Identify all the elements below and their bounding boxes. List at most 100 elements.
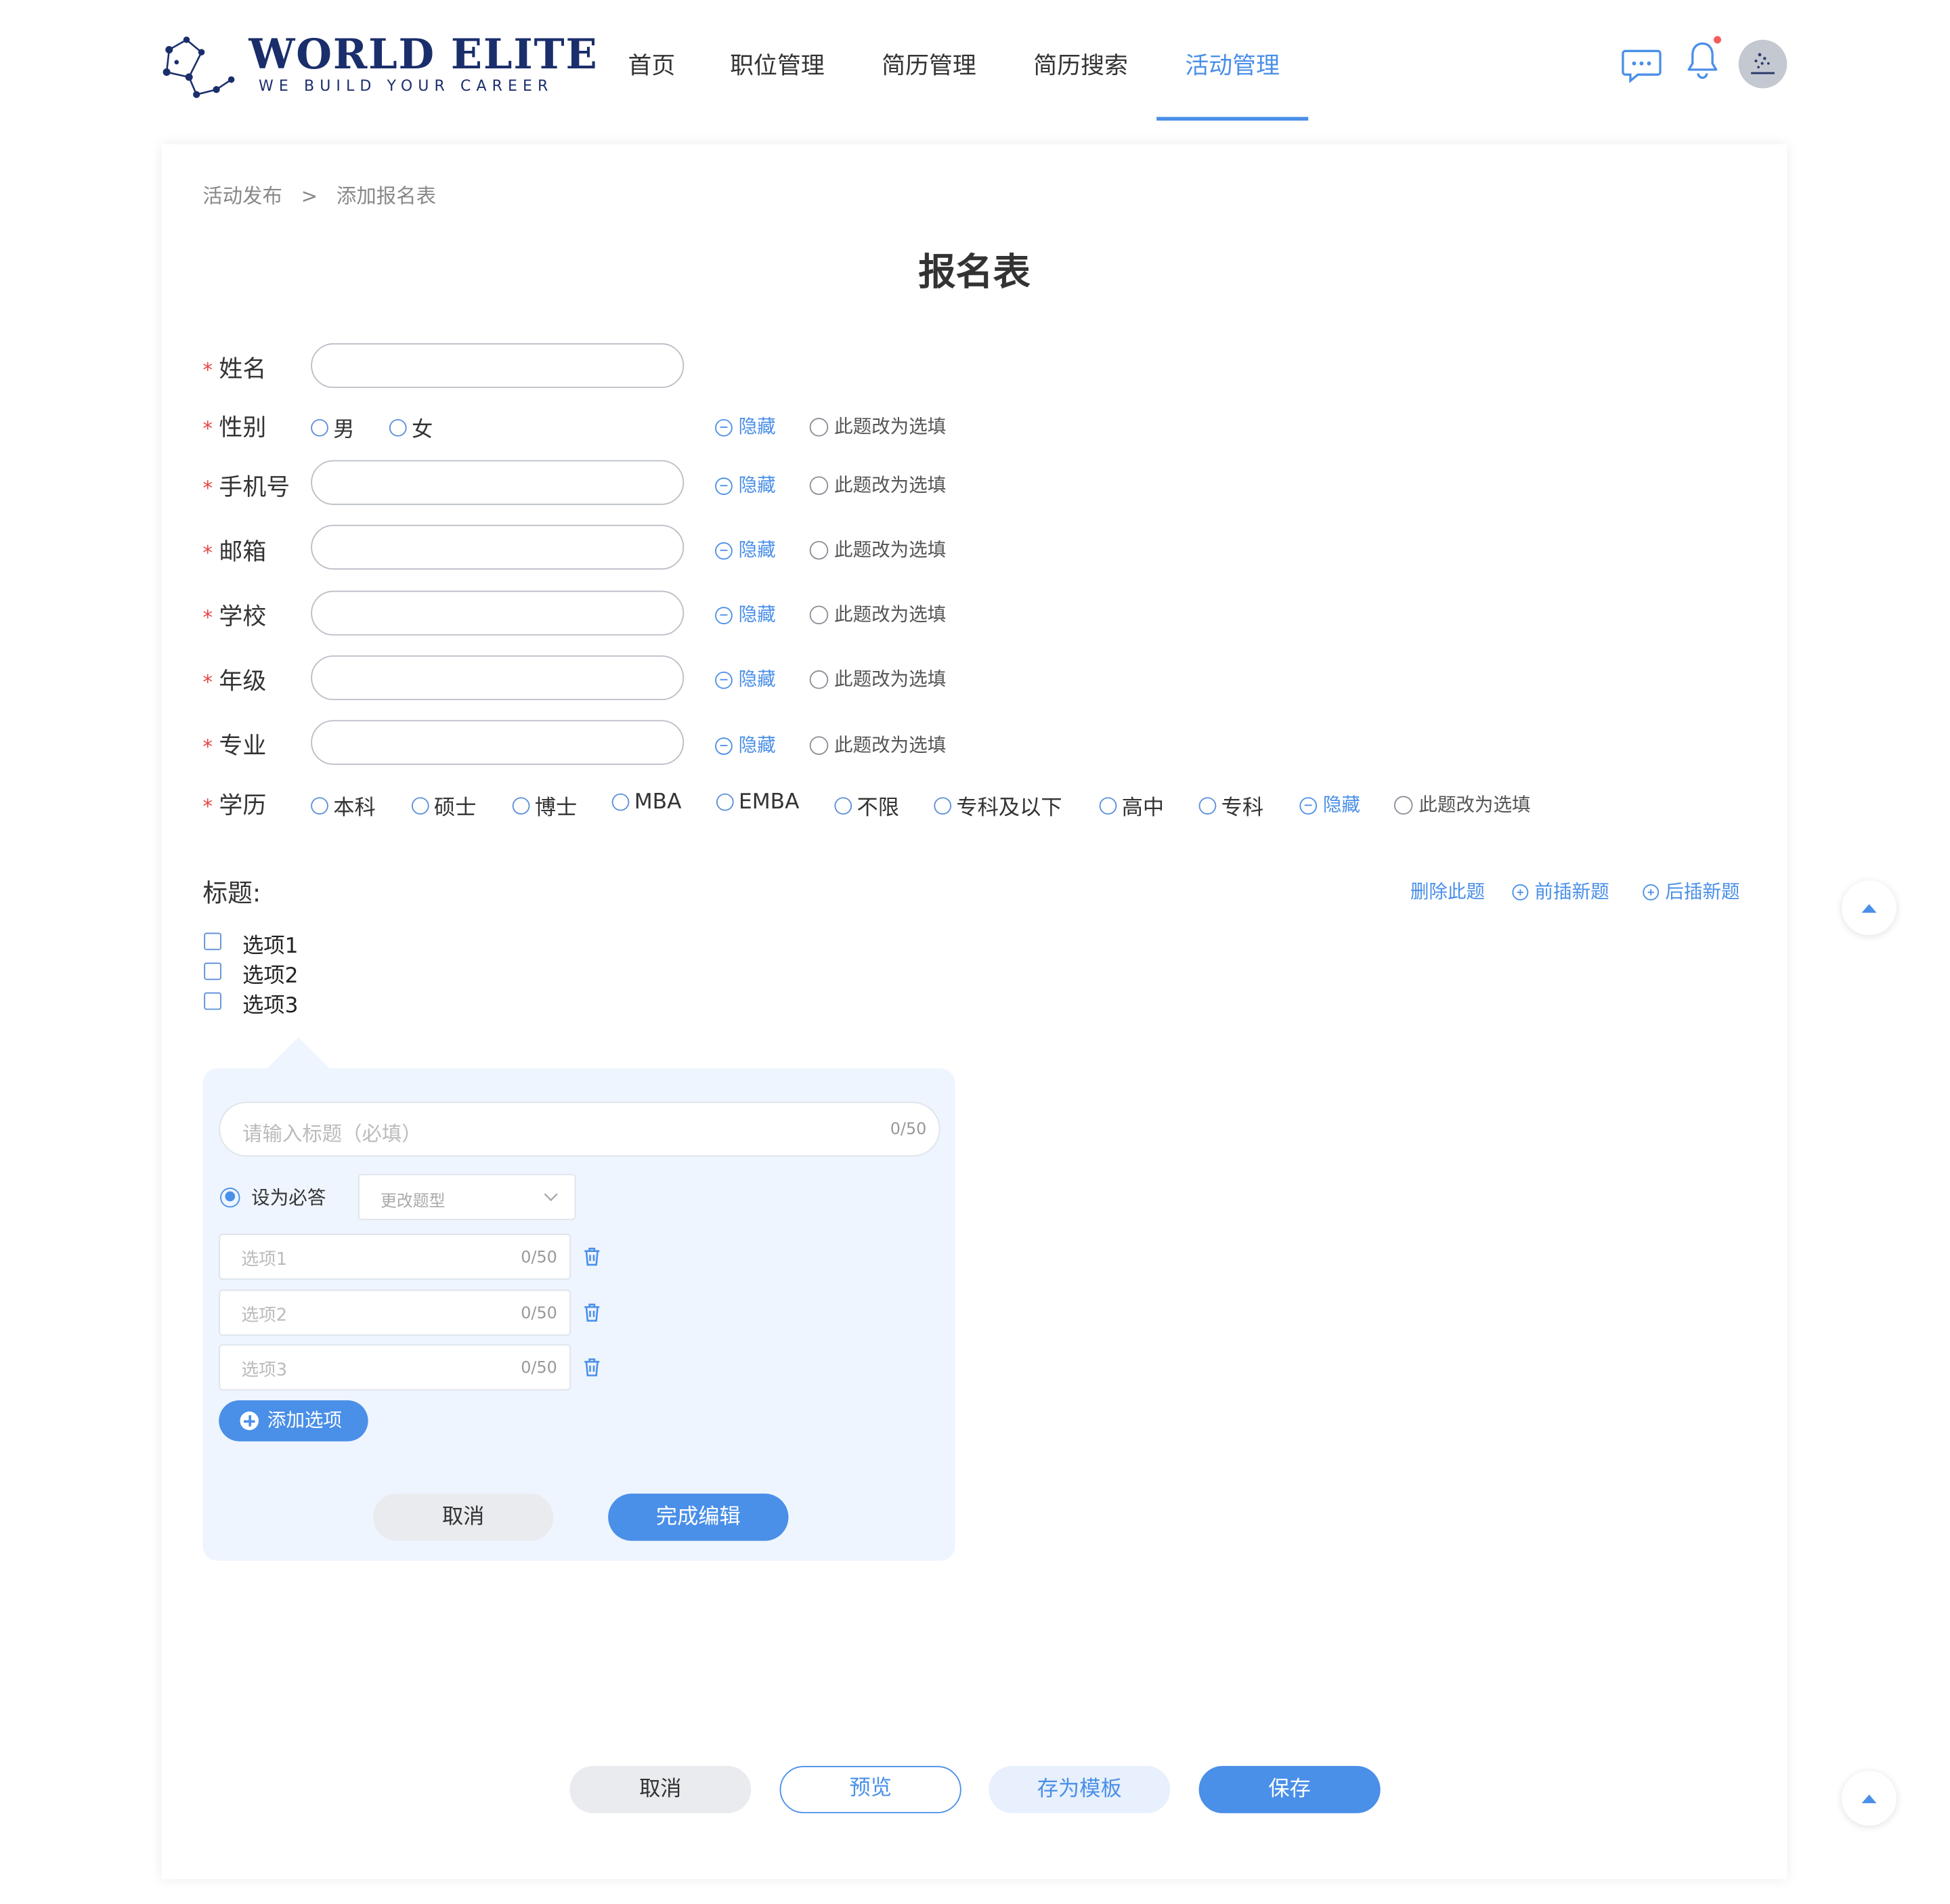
email-optional-toggle[interactable]: 此题改为选填 <box>809 536 946 563</box>
radio-circle[interactable] <box>1198 796 1217 815</box>
save-as-template-button[interactable]: 存为模板 <box>989 1766 1171 1813</box>
nav-job-management[interactable]: 职位管理 <box>730 47 825 81</box>
bell-icon[interactable] <box>1685 40 1720 80</box>
radio-checked[interactable] <box>220 1187 240 1207</box>
radio-circle[interactable] <box>809 605 829 625</box>
trash-icon[interactable] <box>582 1246 602 1267</box>
save-button[interactable]: 保存 <box>1198 1766 1381 1813</box>
optional-label: 此题改为选填 <box>834 603 947 626</box>
school-hide-button[interactable]: 隐藏 <box>715 601 776 627</box>
field-label: 性别 <box>219 414 267 442</box>
gender-optional-toggle[interactable]: 此题改为选填 <box>809 413 947 439</box>
email-hide-button[interactable]: 隐藏 <box>715 536 776 563</box>
gender-hide-button[interactable]: 隐藏 <box>715 413 776 439</box>
education-hide-button[interactable]: 隐藏 <box>1299 791 1360 817</box>
radio-circle[interactable] <box>834 796 852 815</box>
education-option-high-school[interactable]: 高中 <box>1099 789 1164 821</box>
field-label: 学历 <box>219 792 267 820</box>
phone-optional-toggle[interactable]: 此题改为选填 <box>809 471 946 498</box>
grade-input[interactable] <box>311 655 685 701</box>
option-checkbox-3[interactable] <box>204 992 221 1010</box>
option-input-3[interactable]: 选项3 0/50 <box>219 1344 571 1391</box>
radio-circle[interactable] <box>934 796 952 815</box>
education-option-college[interactable]: 专科 <box>1198 789 1264 821</box>
education-option-emba[interactable]: EMBA <box>716 789 799 815</box>
phone-hide-button[interactable]: 隐藏 <box>715 471 776 498</box>
option-checkbox-1[interactable] <box>204 932 221 951</box>
preview-button[interactable]: 预览 <box>779 1766 961 1813</box>
option-input-2[interactable]: 选项2 0/50 <box>219 1289 571 1336</box>
editor-pointer <box>266 1037 331 1070</box>
chat-icon[interactable] <box>1620 47 1662 85</box>
nav-resume-search[interactable]: 简历搜索 <box>1033 47 1128 81</box>
education-option-bachelor[interactable]: 本科 <box>311 789 376 821</box>
radio-circle[interactable] <box>809 670 829 689</box>
breadcrumb-activity-publish[interactable]: 活动发布 <box>202 184 282 208</box>
grade-hide-button[interactable]: 隐藏 <box>715 666 776 692</box>
education-option-master[interactable]: 硕士 <box>411 789 476 821</box>
education-option-unlimited[interactable]: 不限 <box>834 789 899 821</box>
school-optional-toggle[interactable]: 此题改为选填 <box>809 601 947 627</box>
finish-editing-button[interactable]: 完成编辑 <box>608 1493 789 1541</box>
radio-circle[interactable] <box>311 418 328 436</box>
phone-input[interactable] <box>311 460 685 505</box>
hide-label: 隐藏 <box>738 473 776 496</box>
education-option-mba[interactable]: MBA <box>611 789 682 815</box>
radio-circle[interactable] <box>1393 796 1413 815</box>
radio-circle[interactable] <box>1099 796 1117 815</box>
gender-option-female[interactable]: 女 <box>389 412 433 443</box>
education-optional-toggle[interactable]: 此题改为选填 <box>1393 791 1531 817</box>
radio-circle[interactable] <box>512 796 530 815</box>
option-label: 专科 <box>1221 796 1264 821</box>
major-input[interactable] <box>311 720 685 765</box>
caret-up-icon <box>1861 1794 1877 1804</box>
title-input[interactable]: 请输入标题（必填） 0/50 <box>219 1102 940 1157</box>
optional-label: 此题改为选填 <box>834 415 947 438</box>
grade-optional-toggle[interactable]: 此题改为选填 <box>809 666 946 692</box>
back-to-top-button[interactable] <box>1842 1771 1897 1826</box>
radio-circle[interactable] <box>809 736 829 755</box>
field-name-label: * 姓名 <box>202 351 266 385</box>
trash-icon[interactable] <box>582 1302 602 1323</box>
gender-option-male[interactable]: 男 <box>311 412 354 443</box>
radio-circle[interactable] <box>716 793 734 811</box>
option-input-1[interactable]: 选项1 0/50 <box>219 1234 571 1280</box>
field-label: 姓名 <box>219 355 267 383</box>
option-checkbox-2[interactable] <box>204 962 221 980</box>
breadcrumb-separator: > <box>301 183 318 208</box>
nav-active-underline <box>1156 116 1309 121</box>
editor-cancel-button[interactable]: 取消 <box>373 1493 554 1541</box>
radio-circle[interactable] <box>389 418 407 436</box>
nav-home[interactable]: 首页 <box>628 47 676 81</box>
nav-activity-management[interactable]: 活动管理 <box>1185 47 1280 81</box>
radio-circle[interactable] <box>311 796 328 815</box>
school-input[interactable] <box>311 590 685 636</box>
insert-after-button[interactable]: 后插新题 <box>1643 878 1740 905</box>
education-option-phd[interactable]: 博士 <box>512 789 577 821</box>
question-editor-panel: 请输入标题（必填） 0/50 设为必答 更改题型 选项1 0/50 选项2 0/… <box>202 1068 955 1561</box>
name-input[interactable] <box>311 343 685 389</box>
option-label: MBA <box>634 789 682 815</box>
radio-circle[interactable] <box>809 476 829 496</box>
email-input[interactable] <box>311 525 685 570</box>
radio-circle[interactable] <box>611 793 630 811</box>
trash-icon[interactable] <box>582 1357 602 1378</box>
radio-circle[interactable] <box>809 540 829 560</box>
major-optional-toggle[interactable]: 此题改为选填 <box>809 731 946 758</box>
required-toggle[interactable]: 设为必答 <box>220 1184 326 1211</box>
hide-label: 隐藏 <box>1322 793 1360 816</box>
delete-question-button[interactable]: 删除此题 <box>1410 878 1485 905</box>
education-option-college-below[interactable]: 专科及以下 <box>934 789 1062 821</box>
insert-before-button[interactable]: 前插新题 <box>1512 878 1609 905</box>
add-option-button[interactable]: 添加选项 <box>219 1400 368 1442</box>
major-hide-button[interactable]: 隐藏 <box>715 731 776 758</box>
avatar[interactable] <box>1738 39 1788 89</box>
radio-circle[interactable] <box>411 796 429 815</box>
question-type-select[interactable]: 更改题型 <box>358 1173 576 1220</box>
option-label-3: 选项3 <box>242 993 299 1019</box>
nav-resume-management[interactable]: 简历管理 <box>882 47 976 81</box>
radio-circle[interactable] <box>809 418 829 437</box>
back-to-top-button[interactable] <box>1842 880 1897 936</box>
cancel-button[interactable]: 取消 <box>569 1766 752 1813</box>
minus-circle-icon <box>1299 796 1318 815</box>
